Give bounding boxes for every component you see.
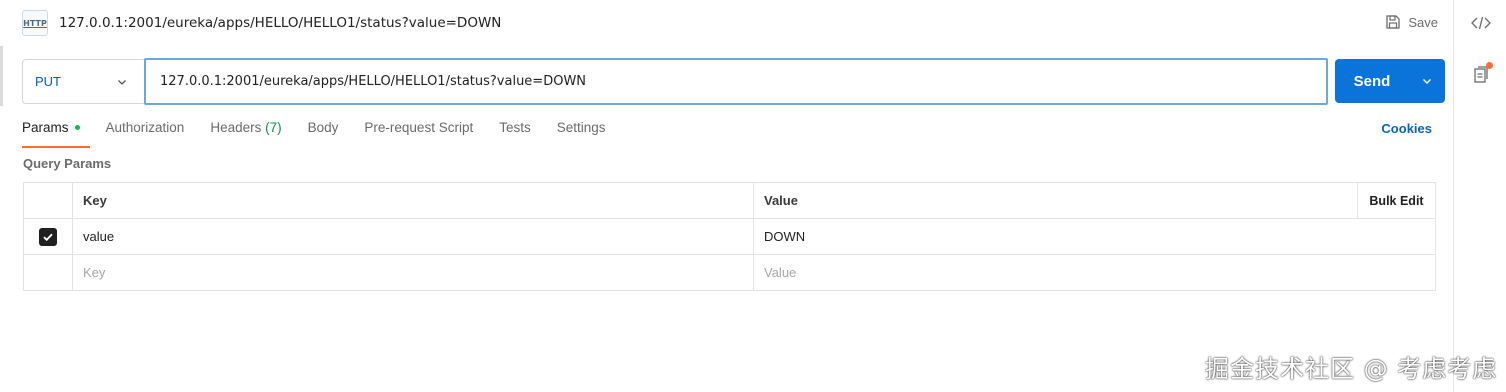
url-input[interactable]: 127.0.0.1:2001/eureka/apps/HELLO/HELLO1/… xyxy=(144,58,1328,105)
row-check-cell xyxy=(24,219,73,254)
send-button[interactable]: Send xyxy=(1335,59,1445,103)
tab-params-label: Params xyxy=(22,120,69,135)
tab-headers-label: Headers xyxy=(210,120,262,135)
table-row: value DOWN xyxy=(24,219,1435,255)
bulk-edit-button[interactable]: Bulk Edit xyxy=(1357,183,1435,218)
tab-tests[interactable]: Tests xyxy=(499,118,531,148)
query-params-title: Query Params xyxy=(23,156,112,171)
tab-settings[interactable]: Settings xyxy=(557,118,606,148)
tab-pre-request-script-label: Pre-request Script xyxy=(364,120,474,135)
new-param-value-input[interactable]: Value xyxy=(754,255,1435,290)
http-request-icon: HTTP xyxy=(22,10,48,36)
active-indicator-dot xyxy=(74,124,80,130)
method-select[interactable]: PUT xyxy=(22,59,144,104)
row-checkbox[interactable] xyxy=(39,227,57,246)
tab-body-label: Body xyxy=(307,120,339,135)
send-options-dropdown[interactable] xyxy=(1409,59,1445,103)
tab-tests-label: Tests xyxy=(499,120,531,135)
header-check-cell xyxy=(24,183,73,218)
tab-settings-label: Settings xyxy=(556,120,606,135)
column-header-key: Key xyxy=(73,183,754,218)
tab-authorization-label: Authorization xyxy=(105,120,185,135)
right-sidebar xyxy=(1453,0,1506,392)
new-param-key-input[interactable]: Key xyxy=(73,255,754,290)
tab-params[interactable]: Params xyxy=(22,118,89,148)
param-value-input[interactable]: DOWN xyxy=(754,219,1435,254)
checkmark-icon xyxy=(43,233,53,241)
tab-body[interactable]: Body xyxy=(308,118,339,148)
save-label: Save xyxy=(1408,14,1438,30)
column-header-value: Value xyxy=(764,193,798,208)
send-label: Send xyxy=(1353,72,1391,90)
tab-authorization[interactable]: Authorization xyxy=(106,118,185,148)
save-icon xyxy=(1386,15,1401,29)
notification-dot xyxy=(1486,62,1493,69)
request-tabs: Params Authorization Headers (7) Body Pr… xyxy=(22,118,632,148)
tab-headers[interactable]: Headers (7) xyxy=(210,118,281,148)
param-key-input[interactable]: value xyxy=(73,219,754,254)
tab-pre-request-script[interactable]: Pre-request Script xyxy=(364,118,473,148)
method-label: PUT xyxy=(35,74,61,89)
http-icon-text: HTTP xyxy=(23,18,47,28)
left-edge-divider xyxy=(0,46,3,106)
row-check-cell xyxy=(24,255,73,290)
request-header: HTTP 127.0.0.1:2001/eureka/apps/HELLO/HE… xyxy=(22,8,1446,38)
cookies-link[interactable]: Cookies xyxy=(1381,121,1432,136)
query-params-table: Key Value Bulk Edit value DOWN Key Value xyxy=(23,182,1436,291)
save-button[interactable]: Save xyxy=(1385,14,1438,30)
chevron-down-icon xyxy=(118,80,126,85)
headers-count-badge: (7) xyxy=(265,120,282,135)
request-title[interactable]: 127.0.0.1:2001/eureka/apps/HELLO/HELLO1/… xyxy=(59,15,501,31)
code-icon[interactable] xyxy=(1471,13,1491,33)
watermark: 掘金技术社区 @ 考虑考虑 xyxy=(1205,355,1498,383)
documentation-icon[interactable] xyxy=(1471,62,1493,85)
chevron-down-icon xyxy=(1423,79,1431,84)
table-header-row: Key Value Bulk Edit xyxy=(24,183,1435,219)
table-row-empty: Key Value xyxy=(24,255,1435,290)
